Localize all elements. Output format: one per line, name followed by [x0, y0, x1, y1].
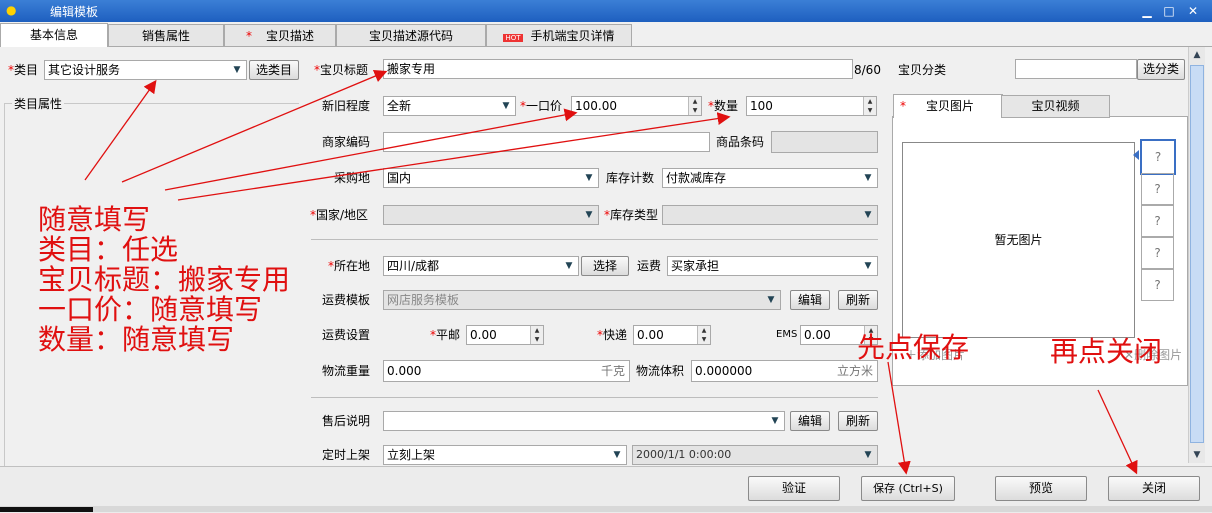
arrow-to-title	[121, 70, 388, 183]
arrow-to-save	[887, 361, 911, 475]
arrow-to-quantity	[177, 112, 731, 201]
arrow-to-price	[164, 108, 578, 191]
arrow-to-category	[84, 79, 157, 181]
arrow-to-close	[1097, 389, 1138, 475]
annotation-arrows	[84, 70, 1138, 475]
